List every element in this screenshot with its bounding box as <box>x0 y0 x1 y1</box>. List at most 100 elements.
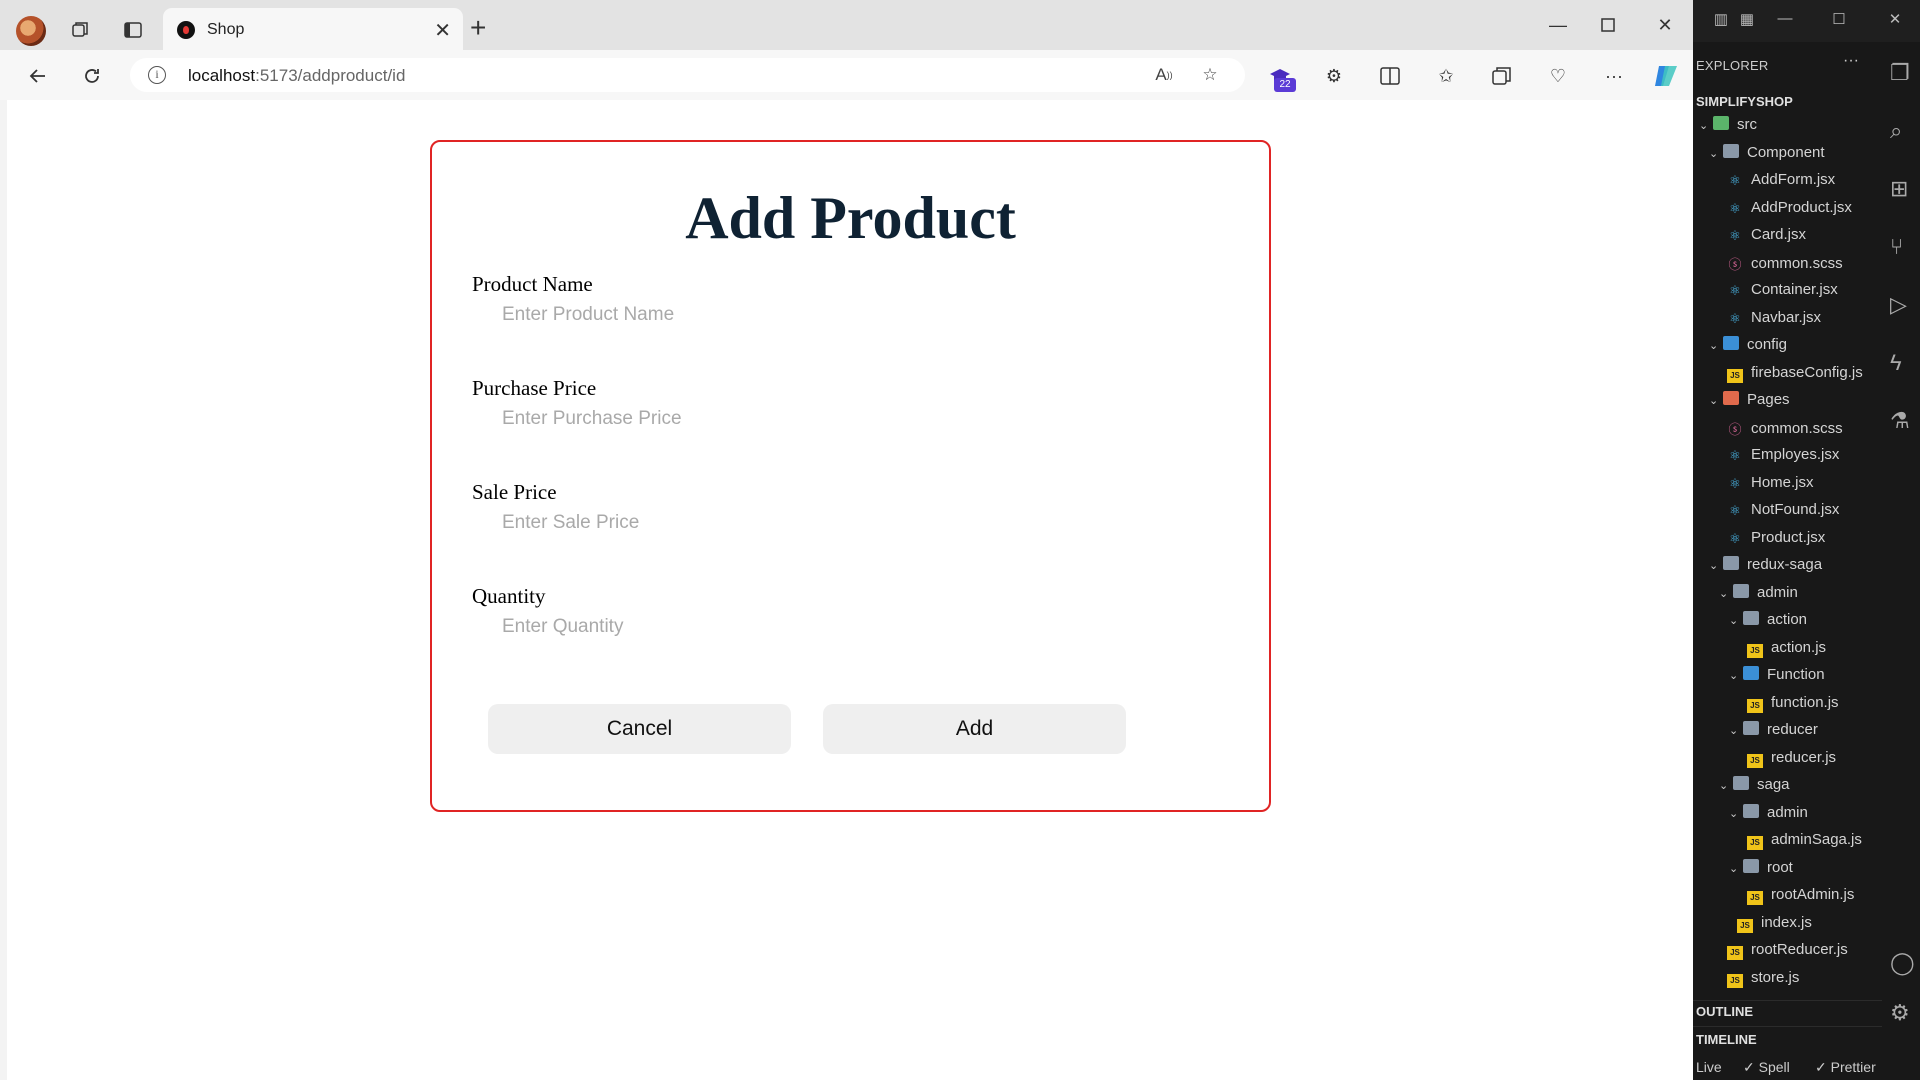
live-server-status[interactable]: Live <box>1696 1059 1722 1075</box>
search-icon[interactable]: ⌕ <box>1890 118 1918 146</box>
layout-icon[interactable]: ▦ <box>1737 10 1757 30</box>
tree-folder[interactable]: ⌄ config <box>1709 336 1787 360</box>
project-root[interactable]: SIMPLIFYSHOP <box>1696 94 1793 109</box>
explorer-files-icon[interactable]: ❐ <box>1890 60 1918 88</box>
workspaces-icon[interactable] <box>62 12 98 48</box>
tree-file[interactable]: ⚛ AddProduct.jsx <box>1727 199 1852 223</box>
tree-file[interactable]: ⚛ Home.jsx <box>1727 473 1814 498</box>
tree-file[interactable]: JS rootReducer.js <box>1727 941 1848 965</box>
tree-folder[interactable]: ⌄ src <box>1699 116 1757 140</box>
tab-actions-icon[interactable] <box>115 12 151 48</box>
tree-file[interactable]: JS firebaseConfig.js <box>1727 364 1863 388</box>
tree-file[interactable]: ⚛ Product.jsx <box>1727 529 1825 553</box>
thunder-client-icon[interactable]: ϟ <box>1890 350 1918 378</box>
site-info-icon[interactable]: i <box>148 66 166 84</box>
close-icon[interactable]: ✕ <box>1885 10 1905 30</box>
testing-icon[interactable]: ⚗ <box>1890 408 1918 436</box>
tree-folder[interactable]: ⌄ action <box>1729 611 1807 635</box>
cancel-button[interactable]: Cancel <box>488 704 791 754</box>
tree-folder[interactable]: ⌄ root <box>1729 858 1793 883</box>
tree-file[interactable]: ⚛ Container.jsx <box>1727 281 1838 305</box>
back-icon[interactable] <box>20 60 56 92</box>
tree-file[interactable]: JS index.js <box>1737 914 1812 938</box>
tree-file[interactable]: JS rootAdmin.js <box>1747 886 1854 910</box>
folder-icon <box>1743 611 1759 625</box>
tab-bar: Shop ✕ + — ✕ <box>0 0 1693 50</box>
tree-item-label: Product.jsx <box>1751 528 1826 546</box>
tree-item-label: Function <box>1767 666 1825 683</box>
close-window-icon[interactable]: ✕ <box>1645 10 1685 40</box>
sale-price-input[interactable] <box>488 503 988 543</box>
react-file-icon: ⚛ <box>1729 283 1741 298</box>
tree-item-label: Component <box>1747 143 1825 161</box>
tree-file[interactable]: ⓢ common.scss <box>1727 419 1843 443</box>
tree-item-label: Home.jsx <box>1751 473 1814 491</box>
product-name-input[interactable] <box>488 295 988 335</box>
browser-essentials-icon[interactable]: ♡ <box>1540 60 1576 92</box>
refresh-icon[interactable] <box>74 60 110 92</box>
tree-file[interactable]: ⚛ NotFound.jsx <box>1727 501 1839 525</box>
maximize-icon[interactable]: ☐ <box>1829 10 1849 30</box>
tree-item-label: AddProduct.jsx <box>1751 198 1852 216</box>
tree-folder[interactable]: ⌄ saga <box>1719 776 1790 800</box>
status-bar: Live ✓ Spell ✓ Prettier <box>1693 1054 1920 1080</box>
source-control-icon[interactable]: ⑂ <box>1890 234 1918 262</box>
tree-folder[interactable]: ⌄ Function <box>1729 666 1825 690</box>
tree-file[interactable]: JS store.js <box>1727 969 1799 993</box>
maximize-icon[interactable] <box>1588 10 1628 40</box>
tab-shop[interactable]: Shop ✕ <box>163 8 463 50</box>
copilot-icon[interactable] <box>1648 60 1684 92</box>
divider <box>1693 1000 1882 1001</box>
react-file-icon: ⚛ <box>1729 173 1741 188</box>
tree-item-label: adminSaga.js <box>1771 831 1862 848</box>
timeline-section[interactable]: TIMELINE <box>1696 1032 1757 1047</box>
account-icon[interactable]: ◯ <box>1890 950 1918 978</box>
quantity-input[interactable] <box>488 607 988 647</box>
spell-status[interactable]: ✓ Spell <box>1743 1059 1790 1076</box>
tree-file[interactable]: JS function.js <box>1747 694 1839 718</box>
collections-icon[interactable] <box>1484 60 1520 92</box>
extensions-icon[interactable]: ⚙ <box>1316 60 1352 92</box>
favorite-star-icon[interactable]: ☆ <box>1196 62 1224 88</box>
more-menu-icon[interactable]: ··· <box>1596 60 1632 92</box>
prettier-status[interactable]: ✓ Prettier <box>1815 1059 1876 1076</box>
read-aloud-icon[interactable]: A)) <box>1150 62 1178 88</box>
run-debug-icon[interactable]: ▷ <box>1890 292 1918 320</box>
tree-file[interactable]: JS adminSaga.js <box>1747 831 1862 855</box>
tree-file[interactable]: ⚛ Card.jsx <box>1727 226 1806 250</box>
browser-window: Shop ✕ + — ✕ i localhost:5173/addproduct… <box>0 0 1693 1080</box>
js-file-icon: JS <box>1747 753 1763 768</box>
more-actions-icon[interactable]: ··· <box>1843 52 1859 70</box>
purchase-price-input[interactable] <box>488 399 988 439</box>
tree-folder[interactable]: ⌄ Pages <box>1709 391 1790 415</box>
toggle-panel-icon[interactable]: ▥ <box>1711 10 1731 30</box>
tree-file[interactable]: JS reducer.js <box>1747 749 1836 773</box>
address-bar[interactable]: i localhost:5173/addproduct/id A)) ☆ <box>130 58 1245 92</box>
tree-folder[interactable]: ⌄ admin <box>1719 583 1798 608</box>
minimize-icon[interactable]: — <box>1538 10 1578 40</box>
close-tab-icon[interactable]: ✕ <box>434 18 451 43</box>
tree-folder[interactable]: ⌄ Component <box>1709 143 1825 168</box>
tree-file[interactable]: ⚛ AddForm.jsx <box>1727 171 1835 195</box>
add-button[interactable]: Add <box>823 704 1126 754</box>
extensions-icon[interactable]: ⊞ <box>1890 176 1918 204</box>
favorites-icon[interactable]: ✩ <box>1428 60 1464 92</box>
profile-avatar[interactable] <box>16 16 46 46</box>
file-tree: ⌄ src ⌄ Component ⚛ AddForm.jsx ⚛ AddProduct.js… <box>1693 116 1882 996</box>
tree-folder[interactable]: ⌄ admin <box>1729 803 1808 828</box>
tree-file[interactable]: ⚛ Employes.jsx <box>1727 446 1839 470</box>
tree-folder[interactable]: ⌄ redux-saga <box>1709 556 1822 580</box>
tree-item-label: common.scss <box>1751 419 1843 437</box>
js-file-icon: JS <box>1747 836 1763 850</box>
outline-section[interactable]: OUTLINE <box>1696 1004 1753 1019</box>
split-screen-icon[interactable] <box>1372 60 1408 92</box>
minimize-icon[interactable]: — <box>1775 10 1795 30</box>
new-tab-icon[interactable]: + <box>470 14 486 42</box>
folder-icon <box>1743 858 1759 873</box>
tree-file[interactable]: ⓢ common.scss <box>1727 254 1842 278</box>
tree-file[interactable]: ⚛ Navbar.jsx <box>1727 309 1821 333</box>
tree-file[interactable]: JS action.js <box>1747 639 1826 663</box>
url-text[interactable]: localhost:5173/addproduct/id <box>188 66 405 86</box>
tree-folder[interactable]: ⌄ reducer <box>1729 721 1818 745</box>
settings-gear-icon[interactable]: ⚙ <box>1890 1000 1918 1028</box>
